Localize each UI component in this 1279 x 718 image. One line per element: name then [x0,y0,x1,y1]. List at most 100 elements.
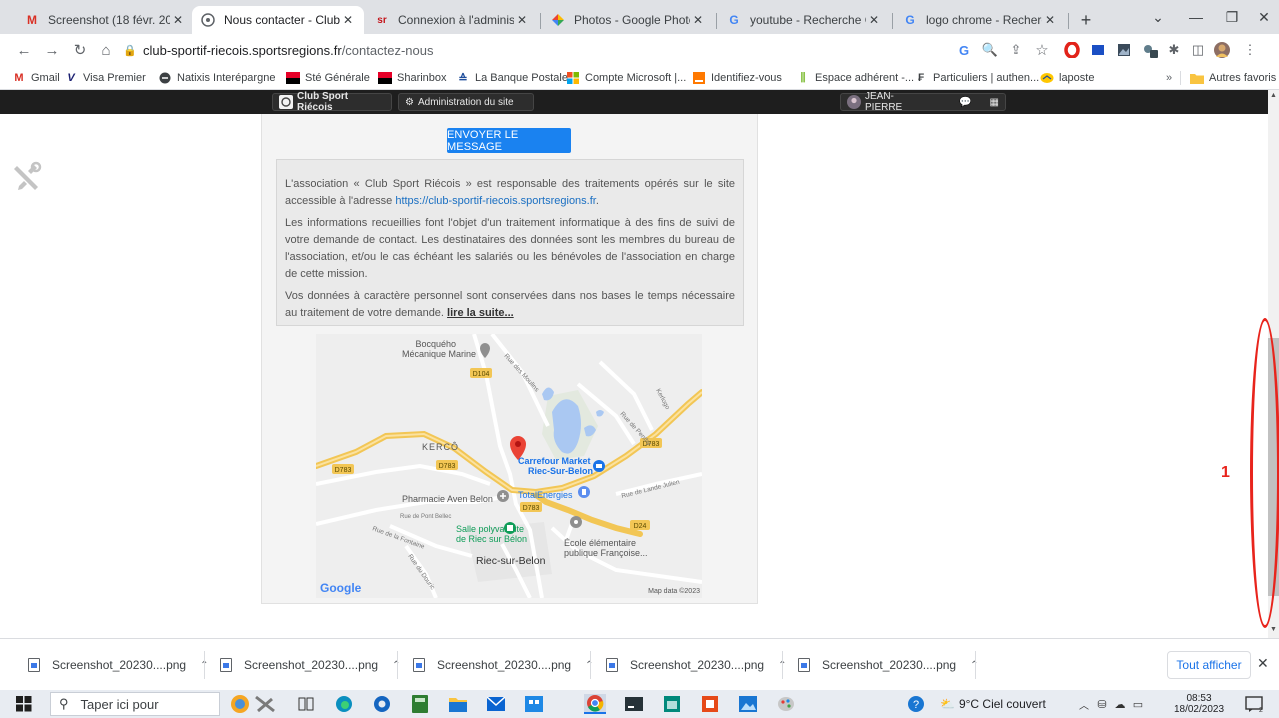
tab-title: youtube - Recherche Goog [750,13,866,27]
notification-center-icon[interactable]: 2 [1244,694,1264,714]
download-item[interactable]: Screenshot_20230....png ⌃ [28,653,209,677]
battery-icon[interactable]: ▭ [1128,694,1148,714]
network-icon[interactable]: ⛁ [1092,694,1112,714]
scroll-down-arrow-icon[interactable]: ▼ [1270,626,1277,633]
cortana-icon[interactable] [372,694,392,714]
bookmark-sharinbox[interactable]: Sharinbox [378,69,447,87]
extension-badge-icon[interactable] [1140,40,1160,60]
bookmark-laposte[interactable]: laposte [1040,69,1094,87]
site-url-link[interactable]: https://club-sportif-riecois.sportsregio… [395,195,596,207]
extension-blue-icon[interactable] [1088,40,1108,60]
tab-google-photos[interactable]: Photos - Google Photos ✕ [542,6,714,34]
paint-app-icon[interactable] [776,694,796,714]
extensions-puzzle-icon[interactable]: ✱ [1164,40,1184,60]
show-all-downloads-button[interactable]: Tout afficher [1167,651,1251,679]
road-d783-label: D783 [523,505,540,512]
image-file-icon [28,658,40,672]
task-view-icon[interactable] [296,694,316,714]
opera-extension-icon[interactable] [1062,40,1082,60]
bookmark-visa-premier[interactable]: V Visa Premier [64,69,145,87]
home-icon[interactable]: ⌂ [96,40,116,60]
poi-bocqueho-label: Bocquého [415,339,456,349]
extension-photo-icon[interactable] [1114,40,1134,60]
office-app-icon[interactable] [700,694,720,714]
clock[interactable]: 08:53 18/02/2023 [1172,693,1226,715]
bookmark-natixis[interactable]: Natixis Interépargne [158,69,275,87]
back-arrow-icon[interactable]: ← [14,40,34,60]
poi-total-label: TotalEnergies [518,490,573,500]
admin-site-button[interactable]: ⚙ Administration du site [398,93,534,111]
taskbar-search-box[interactable]: ⚲ Taper ici pour [50,692,220,716]
window-close-icon[interactable]: ✕ [1244,6,1279,28]
close-downloads-icon[interactable]: ✕ [1257,655,1269,672]
onedrive-cloud-icon[interactable]: ☁ [1110,694,1130,714]
bookmarks-overflow-button[interactable]: » [1166,69,1172,87]
chrome-taskbar-icon[interactable] [584,694,606,714]
address-bar[interactable]: 🔒 club-sportif-riecois.sportsregions.fr /… [123,38,1253,62]
search-highlight-icon[interactable] [228,694,280,714]
user-menu[interactable]: JEAN-PIERRE 💬 ▦ [840,91,1006,113]
read-more-link[interactable]: lire la suite... [447,307,514,319]
tab-search-chevron-icon[interactable]: ⌄ [1138,6,1178,28]
site-admin-bar: Club Sport Riécois ⚙ Administration du s… [0,90,1268,114]
zoom-icon[interactable]: 🔍 [980,40,1000,60]
download-item[interactable]: Screenshot_20230....png ⌃ [220,653,401,677]
tab-gmail-screenshot[interactable]: M Screenshot (18 févr. 2023 0 ✕ [16,6,194,34]
google-translate-icon[interactable]: G [954,40,974,60]
tab-admin-login[interactable]: sr Connexion à l'administratio ✕ [366,6,538,34]
tab-youtube-search[interactable]: G youtube - Recherche Goog ✕ [718,6,890,34]
bookmark-particuliers[interactable]: ₣ Particuliers | authen... [914,69,1039,87]
download-item[interactable]: Screenshot_20230....png ⌃ [413,653,594,677]
tab-close-icon[interactable]: ✕ [170,13,186,27]
search-placeholder: Taper ici pour [80,696,159,712]
edge-browser-icon[interactable] [334,694,354,714]
side-panel-icon[interactable]: ◫ [1188,40,1208,60]
chevron-up-icon[interactable]: ︿ [1074,694,1094,714]
tab-close-icon[interactable]: ✕ [690,13,706,27]
file-explorer-icon[interactable] [448,694,468,714]
scroll-up-arrow-icon[interactable]: ▲ [1270,92,1277,99]
bookmark-identifiez-vous[interactable]: Identifiez-vous [692,69,782,87]
new-tab-button[interactable]: + [1072,6,1100,34]
chat-icon[interactable]: 💬 [959,97,971,108]
store-app-icon[interactable] [524,694,544,714]
site-home-button[interactable]: Club Sport Riécois [272,91,392,113]
bookmark-compte-microsoft[interactable]: Compte Microsoft |... [566,69,686,87]
bookmark-societe-generale[interactable]: Sté Générale [286,69,370,87]
other-bookmarks-folder[interactable]: Autres favoris [1190,69,1276,87]
tab-close-icon[interactable]: ✕ [514,13,530,27]
photos-app-icon[interactable] [738,694,758,714]
download-item[interactable]: Screenshot_20230....png ⌃ [798,653,979,677]
share-icon[interactable]: ⇪ [1006,40,1026,60]
calendar-icon[interactable]: ▦ [990,97,999,108]
tab-strip: M Screenshot (18 févr. 2023 0 ✕ Nous con… [0,0,1279,34]
tab-close-icon[interactable]: ✕ [866,13,882,27]
tab-chrome-logo-search[interactable]: G logo chrome - Recherche C ✕ [894,6,1066,34]
forward-arrow-icon[interactable]: → [42,40,62,60]
calendar-app-icon[interactable] [662,694,682,714]
bookmark-star-icon[interactable]: ☆ [1032,40,1052,60]
calculator-app-icon[interactable] [410,694,430,714]
reload-icon[interactable]: ↻ [70,40,90,60]
help-icon[interactable]: ? [906,694,926,714]
privacy-paragraph-2: Les informations recueillies font l'obje… [285,217,735,280]
download-item[interactable]: Screenshot_20230....png ⌃ [606,653,787,677]
mail-app-icon[interactable] [486,694,506,714]
tools-icon[interactable] [8,159,46,197]
profile-avatar[interactable] [1212,40,1232,60]
tab-contact[interactable]: Nous contacter - Club Spor ✕ [192,6,364,34]
tab-close-icon[interactable]: ✕ [1042,13,1058,27]
minimize-icon[interactable]: — [1176,6,1216,28]
windows-start-icon[interactable] [14,694,34,714]
bookmark-banque-postale[interactable]: ≙ La Banque Postale [456,69,568,87]
tab-close-icon[interactable]: ✕ [340,13,356,27]
venue-pin-icon [504,522,516,534]
bookmark-gmail[interactable]: M Gmail [12,69,59,87]
gmail-icon: M [14,72,24,84]
send-message-button[interactable]: ENVOYER LE MESSAGE [447,128,571,153]
location-map[interactable]: D104 D783 D783 D783 D783 D24 Rue des Mou… [316,334,702,598]
menu-kebab-icon[interactable]: ⋮ [1240,40,1260,60]
weather-widget[interactable]: ⛅ 9°C Ciel couvert [940,694,1070,714]
bookmark-espace-adherent[interactable]: ⫼ Espace adhérent -... [796,69,914,87]
terminal-app-icon[interactable] [624,694,644,714]
